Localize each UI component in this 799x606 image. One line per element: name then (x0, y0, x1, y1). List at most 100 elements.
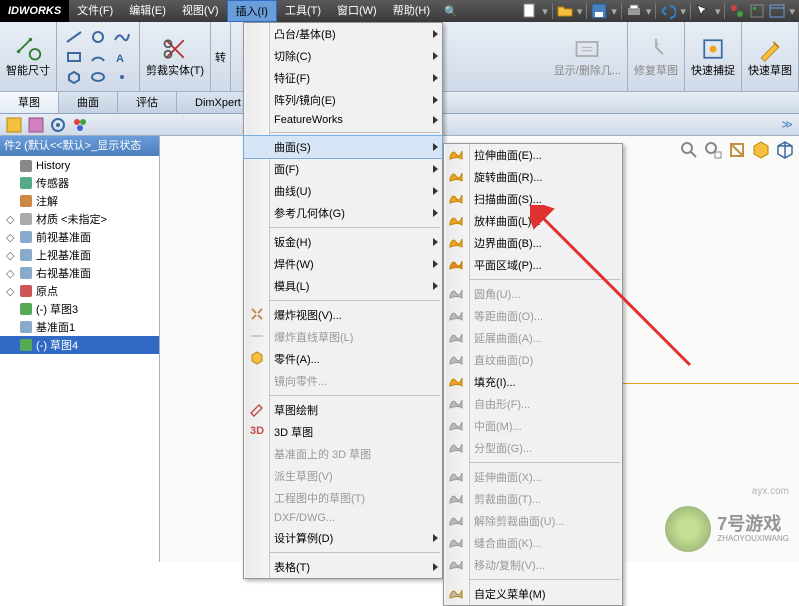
submenu-item[interactable]: 填充(I)... (444, 371, 622, 393)
tab-evaluate[interactable]: 评估 (118, 92, 177, 113)
menu-item[interactable]: 表格(T) (244, 556, 442, 578)
menu-item[interactable]: 曲线(U) (244, 180, 442, 202)
tree-item[interactable]: ◇上视基准面 (0, 246, 159, 264)
arc-icon[interactable] (87, 48, 109, 66)
settings-icon[interactable] (769, 3, 785, 19)
submenu-item[interactable]: 解除剪裁曲面(U)... (444, 510, 622, 532)
tree-item[interactable]: ◇原点 (0, 282, 159, 300)
rect-icon[interactable] (63, 48, 85, 66)
submenu-item[interactable]: 中面(M)... (444, 415, 622, 437)
menu-item[interactable]: 设计算例(D) (244, 527, 442, 549)
collapse-icon[interactable]: ≫ (781, 118, 793, 131)
submenu-item[interactable]: 自由形(F)... (444, 393, 622, 415)
options-icon[interactable] (749, 3, 765, 19)
submenu-item[interactable]: 直纹曲面(D) (444, 349, 622, 371)
repair-button[interactable]: + 修复草图 (634, 35, 678, 78)
menu-item[interactable]: 镜向零件... (244, 370, 442, 392)
quick-sketch-button[interactable]: 快速草图 (748, 35, 792, 78)
tab-sketch[interactable]: 草图 (0, 92, 59, 113)
select-icon[interactable] (695, 3, 711, 19)
line-icon[interactable] (63, 28, 85, 46)
menu-item[interactable]: 凸台/基体(B) (244, 23, 442, 45)
submenu-item[interactable]: 边界曲面(B)... (444, 232, 622, 254)
view-orient-icon[interactable] (775, 140, 795, 160)
tree-item[interactable]: (-) 草图3 (0, 300, 159, 318)
menu-item[interactable]: 特征(F) (244, 67, 442, 89)
convert-button[interactable]: 转 (215, 49, 226, 65)
submenu-item[interactable]: 等距曲面(O)... (444, 305, 622, 327)
tree-item[interactable]: ◇材质 <未指定> (0, 210, 159, 228)
tab-surface[interactable]: 曲面 (59, 92, 118, 113)
new-icon[interactable] (522, 3, 538, 19)
submenu-item[interactable]: 缝合曲面(K)... (444, 532, 622, 554)
menu-help[interactable]: 帮助(H) (385, 0, 438, 22)
menu-item[interactable]: 3D3D 草图 (244, 421, 442, 443)
menu-item[interactable]: 阵列/镜向(E) (244, 89, 442, 111)
menu-item[interactable]: 爆炸直线草图(L) (244, 326, 442, 348)
spline-icon[interactable] (111, 28, 133, 46)
config-icon[interactable] (28, 117, 44, 133)
tree-item[interactable]: 基准面1 (0, 318, 159, 336)
tree-item[interactable]: ◇右视基准面 (0, 264, 159, 282)
section-view-icon[interactable] (751, 140, 771, 160)
menu-window[interactable]: 窗口(W) (329, 0, 385, 22)
menu-item[interactable]: 零件(A)... (244, 348, 442, 370)
undo-icon[interactable] (660, 3, 676, 19)
menu-insert[interactable]: 插入(I) (227, 0, 277, 22)
feature-tree-icon[interactable] (6, 117, 22, 133)
menu-item[interactable]: 爆炸视图(V)... (244, 304, 442, 326)
submenu-item[interactable]: 扫描曲面(S)... (444, 188, 622, 210)
tree-item[interactable]: 传感器 (0, 174, 159, 192)
point-icon[interactable] (111, 68, 133, 86)
menu-item[interactable]: DXF/DWG... (244, 509, 442, 527)
tree-item[interactable]: 注解 (0, 192, 159, 210)
circle-icon[interactable] (87, 28, 109, 46)
menu-item[interactable]: 参考几何体(G) (244, 202, 442, 224)
show-hide-button[interactable]: 显示/删除几... (554, 35, 621, 78)
menu-item[interactable]: 钣金(H) (244, 231, 442, 253)
ellipse-icon[interactable] (87, 68, 109, 86)
menu-item[interactable]: 曲面(S) (243, 135, 443, 159)
submenu-item[interactable]: 平面区域(P)... (444, 254, 622, 276)
display-icon[interactable] (50, 117, 66, 133)
open-icon[interactable] (557, 3, 573, 19)
menu-file[interactable]: 文件(F) (69, 0, 121, 22)
menu-item[interactable]: 草图绘制 (244, 399, 442, 421)
submenu-item[interactable]: 圆角(U)... (444, 283, 622, 305)
text-icon[interactable]: A (111, 48, 133, 66)
search-icon[interactable]: 🔍 (444, 5, 458, 18)
submenu-item[interactable]: 剪裁曲面(T)... (444, 488, 622, 510)
zoom-window-icon[interactable] (703, 140, 723, 160)
menu-edit[interactable]: 编辑(E) (121, 0, 174, 22)
save-icon[interactable] (591, 3, 607, 19)
tree-item[interactable]: (-) 草图4 (0, 336, 159, 354)
menu-item[interactable]: FeatureWorks (244, 111, 442, 129)
menu-item[interactable]: 切除(C) (244, 45, 442, 67)
tree-item[interactable]: History (0, 158, 159, 174)
menu-item[interactable]: 焊件(W) (244, 253, 442, 275)
zoom-fit-icon[interactable] (679, 140, 699, 160)
polygon-icon[interactable] (63, 68, 85, 86)
submenu-item[interactable]: 拉伸曲面(E)... (444, 144, 622, 166)
submenu-item[interactable]: 放样曲面(L)... (444, 210, 622, 232)
print-icon[interactable] (626, 3, 642, 19)
submenu-item[interactable]: 延伸曲面(X)... (444, 466, 622, 488)
smart-dimension-button[interactable]: 智能尺寸 (6, 35, 50, 78)
submenu-item[interactable]: 移动/复制(V)... (444, 554, 622, 576)
menu-item[interactable]: 派生草图(V) (244, 465, 442, 487)
submenu-item[interactable]: 旋转曲面(R)... (444, 166, 622, 188)
tree-item[interactable]: ◇前视基准面 (0, 228, 159, 246)
quick-snap-button[interactable]: 快速捕捉 (691, 35, 735, 78)
submenu-item[interactable]: 自定义菜单(M) (444, 583, 622, 605)
trim-button[interactable]: 剪裁实体(T) (146, 35, 204, 78)
menu-item[interactable]: 工程图中的草图(T) (244, 487, 442, 509)
rebuild-icon[interactable] (729, 3, 745, 19)
submenu-item[interactable]: 延展曲面(A)... (444, 327, 622, 349)
menu-item[interactable]: 面(F) (244, 158, 442, 180)
menu-item[interactable]: 基准面上的 3D 草图 (244, 443, 442, 465)
prev-view-icon[interactable] (727, 140, 747, 160)
menu-tools[interactable]: 工具(T) (277, 0, 329, 22)
submenu-item[interactable]: 分型面(G)... (444, 437, 622, 459)
menu-view[interactable]: 视图(V) (174, 0, 227, 22)
color-icon[interactable] (72, 117, 88, 133)
